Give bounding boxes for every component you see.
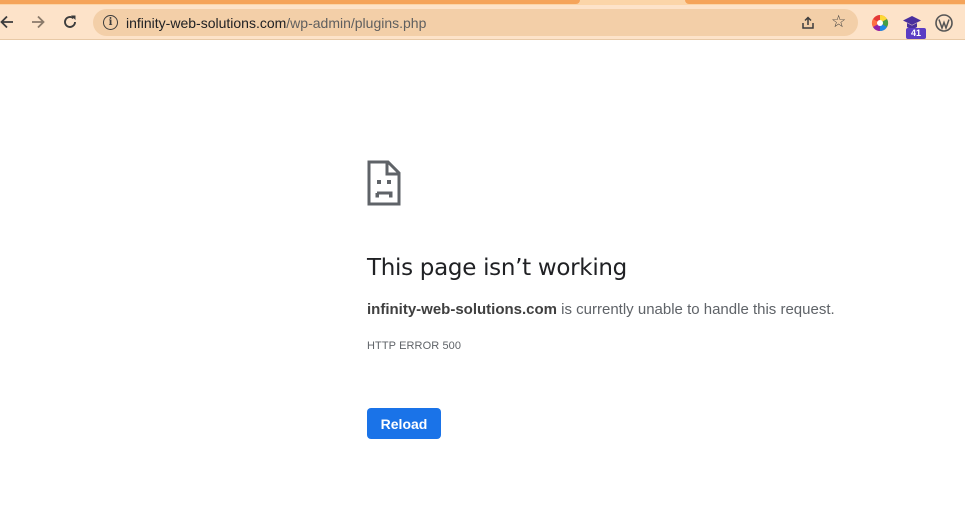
bookmark-star-icon[interactable]: ☆ [831, 12, 846, 32]
reload-nav-button[interactable] [57, 9, 83, 35]
site-info-icon[interactable]: i [103, 15, 118, 30]
arrow-left-icon [0, 15, 13, 29]
reload-button[interactable]: Reload [367, 408, 441, 439]
tab-edge-right[interactable] [685, 0, 965, 4]
tab-edge-left[interactable] [0, 0, 580, 4]
error-message-rest: is currently unable to handle this reque… [557, 301, 835, 318]
error-host: infinity-web-solutions.com [367, 301, 557, 318]
color-wheel-extension-icon[interactable] [870, 13, 890, 33]
back-button[interactable] [0, 9, 20, 35]
error-heading: This page isn’t working [367, 255, 627, 281]
forward-button[interactable] [25, 9, 51, 35]
url-path: /wp-admin/plugins.php [286, 15, 427, 31]
address-bar[interactable]: i infinity-web-solutions.com/wp-admin/pl… [93, 9, 858, 36]
arrow-right-icon [32, 15, 45, 29]
sad-page-icon [367, 160, 401, 206]
error-code: HTTP ERROR 500 [367, 340, 462, 352]
reload-icon [64, 15, 76, 28]
url-host: infinity-web-solutions.com [126, 15, 287, 31]
share-icon[interactable] [799, 14, 817, 32]
error-message: infinity-web-solutions.com is currently … [367, 301, 835, 318]
wordpress-extension-icon[interactable] [934, 13, 954, 33]
browser-toolbar: i infinity-web-solutions.com/wp-admin/pl… [0, 5, 965, 40]
url-text[interactable]: infinity-web-solutions.com/wp-admin/plug… [126, 15, 426, 31]
extension-badge: 41 [906, 28, 926, 39]
